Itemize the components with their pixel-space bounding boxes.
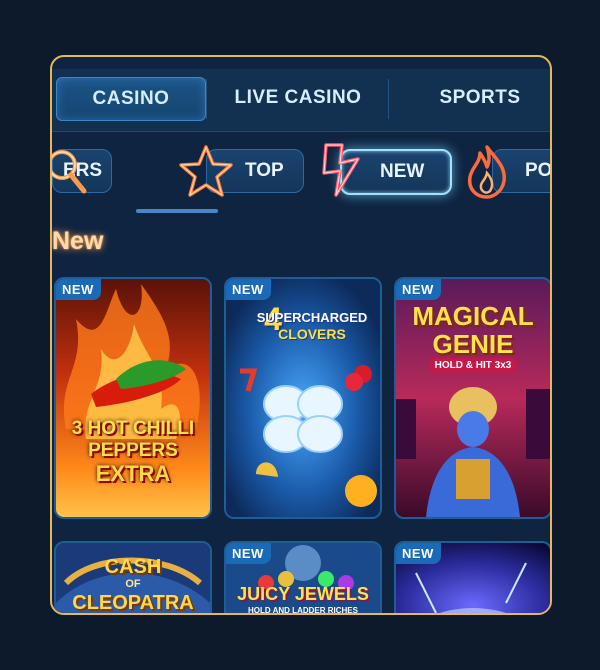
app-frame: CASINO LIVE CASINO SPORTS ERS TOP NEW PO… bbox=[50, 55, 552, 615]
new-badge: NEW bbox=[396, 279, 441, 300]
game-title-line: 3 HOT CHILLI bbox=[71, 418, 195, 439]
game-title-line: CLEOPATRA bbox=[72, 592, 194, 614]
game-title-line: JUICY JEWELS bbox=[237, 584, 369, 604]
game-card-new-release[interactable]: NEW bbox=[394, 541, 550, 613]
star-icon bbox=[179, 145, 233, 197]
tab-casino[interactable]: CASINO bbox=[56, 77, 206, 121]
flame-icon bbox=[467, 145, 506, 199]
game-title-line: MAGICAL bbox=[412, 301, 534, 331]
game-card-magical-genie[interactable]: NEW MAGICAL GENIE HOLD & HIT 3x3 bbox=[394, 277, 550, 519]
game-title-line: CLOVERS bbox=[278, 326, 346, 342]
game-subtitle-wrap: HOLD & HIT 3x3 bbox=[396, 358, 550, 373]
game-title-line: HOLD & HIT 3x3 bbox=[428, 358, 518, 373]
top-tabs: CASINO LIVE CASINO SPORTS bbox=[52, 69, 550, 132]
category-label: PO bbox=[525, 160, 552, 181]
section-title: New bbox=[52, 227, 104, 255]
category-label: TOP bbox=[245, 160, 284, 181]
new-badge: NEW bbox=[56, 279, 101, 300]
game-title-line: GENIE bbox=[432, 329, 514, 359]
search-icon bbox=[52, 150, 87, 194]
category-label: NEW bbox=[380, 161, 425, 182]
game-card-supercharged-clovers[interactable]: NEW 4 SUPERCHARGED CLOVERS bbox=[224, 277, 382, 519]
game-card-3-hot-chilli-peppers[interactable]: NEW 3 HOT CHILLI PEPPERS EXTRA bbox=[54, 277, 212, 519]
tab-divider bbox=[388, 79, 389, 119]
game-title-line: CASH bbox=[104, 556, 162, 578]
game-title-line: HOLD AND LADDER RICHES bbox=[248, 606, 358, 615]
new-badge: NEW bbox=[226, 279, 271, 300]
game-title-line: PEPPERS bbox=[88, 440, 178, 461]
category-scroll-indicator bbox=[136, 209, 218, 213]
game-title-line: OF bbox=[125, 578, 141, 590]
tab-divider bbox=[206, 79, 207, 119]
game-card-cash-of-cleopatra[interactable]: CASH OF CLEOPATRA bbox=[54, 541, 212, 614]
lightning-icon bbox=[322, 143, 360, 197]
game-card-juicy-jewels[interactable]: NEW JUICY JEWELS HOLD AND LADDER RICHES bbox=[224, 541, 382, 615]
new-badge: NEW bbox=[226, 543, 271, 564]
category-row: ERS TOP NEW PO bbox=[52, 141, 552, 231]
game-title-line: SUPERCHARGED bbox=[256, 310, 368, 325]
game-title-line: EXTRA bbox=[95, 461, 171, 486]
new-badge: NEW bbox=[396, 543, 441, 564]
tab-sports[interactable]: SPORTS bbox=[390, 77, 550, 119]
tab-live-casino[interactable]: LIVE CASINO bbox=[208, 77, 388, 119]
